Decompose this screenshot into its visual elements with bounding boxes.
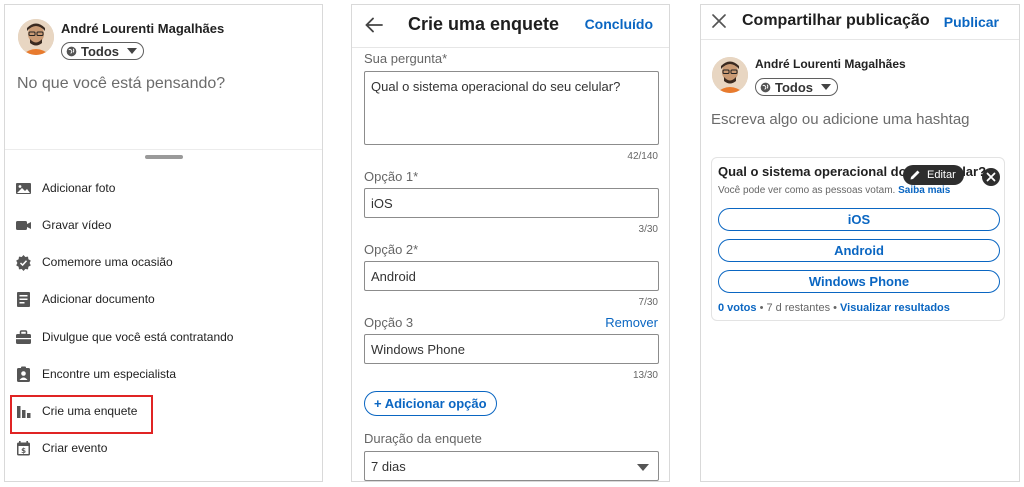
chevron-down-icon — [637, 464, 649, 471]
audience-label: Todos — [775, 79, 814, 95]
learn-more-link[interactable]: Saiba mais — [898, 185, 950, 196]
remove-option-button[interactable]: Remover — [605, 315, 658, 330]
drag-handle[interactable] — [145, 155, 183, 159]
avatar[interactable] — [712, 57, 748, 93]
menu-label: Criar evento — [42, 441, 108, 455]
edit-label: Editar — [927, 169, 956, 181]
duration-value: 7 dias — [371, 458, 406, 474]
create-poll-panel: Crie uma enquete Concluído Sua pergunta*… — [351, 4, 670, 482]
briefcase-icon — [16, 329, 31, 344]
post-text-input[interactable]: Escreva algo ou adicione uma hashtag — [711, 111, 970, 128]
option1-label: Opção 1* — [364, 169, 419, 184]
option2-label: Opção 2* — [364, 242, 419, 257]
option2-input[interactable]: Android — [364, 261, 659, 291]
menu-label: Adicionar foto — [42, 181, 116, 195]
video-icon — [16, 220, 31, 230]
remove-poll-button[interactable] — [982, 168, 1000, 186]
chevron-down-icon — [821, 84, 832, 90]
menu-item-record-video[interactable]: Gravar vídeo — [15, 213, 111, 237]
question-label: Sua pergunta* — [364, 51, 448, 66]
poll-option-button[interactable]: Android — [718, 239, 1000, 262]
option3-label: Opção 3 — [364, 315, 414, 330]
menu-label: Comemore uma ocasião — [42, 255, 173, 269]
time-remaining: • 7 d restantes • — [756, 302, 841, 314]
option3-counter: 13/30 — [632, 370, 658, 381]
back-arrow-icon[interactable] — [364, 15, 384, 35]
menu-label: Encontre um especialista — [42, 367, 177, 381]
question-counter: 42/140 — [627, 151, 658, 162]
chevron-down-icon — [127, 48, 138, 54]
badge-icon — [16, 254, 31, 271]
audience-selector[interactable]: Todos — [61, 42, 145, 60]
menu-label: Adicionar documento — [42, 292, 155, 306]
duration-label: Duração da enquete — [364, 431, 482, 446]
share-sheet-panel: André Lourenti Magalhães Todos No que vo… — [4, 4, 323, 482]
question-input[interactable]: Qual o sistema operacional do seu celula… — [364, 71, 659, 145]
done-button[interactable]: Concluído — [585, 16, 653, 32]
image-icon — [16, 182, 31, 194]
avatar[interactable] — [18, 19, 54, 55]
audience-label: Todos — [81, 43, 120, 59]
option1-counter: 3/30 — [638, 224, 658, 235]
poll-footer: 0 votos • 7 d restantes • Visualizar res… — [718, 302, 950, 314]
document-icon — [17, 291, 30, 307]
audience-selector[interactable]: Todos — [755, 78, 839, 96]
edit-poll-button[interactable]: Editar — [903, 165, 964, 185]
person-badge-icon — [17, 366, 30, 382]
poll-option-button[interactable]: Windows Phone — [718, 270, 1000, 293]
duration-select[interactable]: 7 dias — [364, 451, 659, 481]
calendar-icon: $ — [17, 440, 30, 455]
post-text-input[interactable]: No que você está pensando? — [17, 75, 225, 93]
menu-item-add-photo[interactable]: Adicionar foto — [15, 176, 115, 200]
user-name: André Lourenti Magalhães — [755, 57, 906, 71]
page-title: Crie uma enquete — [408, 14, 560, 34]
option2-counter: 7/30 — [638, 297, 658, 308]
menu-item-add-document[interactable]: Adicionar documento — [15, 287, 155, 311]
menu-label: Gravar vídeo — [42, 218, 112, 232]
poll-subtitle: Você pode ver como as pessoas votam. Sai… — [718, 185, 950, 196]
user-name: André Lourenti Magalhães — [61, 21, 225, 36]
globe-icon — [66, 46, 77, 56]
menu-label: Divulgue que você está contratando — [42, 330, 234, 344]
publish-button[interactable]: Publicar — [944, 14, 999, 30]
menu-item-celebrate[interactable]: Comemore uma ocasião — [15, 250, 173, 274]
menu-item-hiring[interactable]: Divulgue que você está contratando — [15, 325, 233, 349]
view-results-link[interactable]: Visualizar resultados — [840, 302, 950, 314]
page-title: Compartilhar publicação — [742, 12, 930, 29]
pencil-icon — [910, 170, 920, 180]
votes-count: 0 votos — [718, 302, 757, 314]
poll-option-button[interactable]: iOS — [718, 208, 1000, 231]
close-icon — [986, 172, 996, 182]
close-icon[interactable] — [711, 13, 727, 29]
highlight-annotation — [10, 395, 153, 434]
globe-icon — [760, 82, 771, 92]
menu-item-find-expert[interactable]: Encontre um especialista — [15, 362, 176, 386]
poll-subtitle-text: Você pode ver como as pessoas votam. — [718, 185, 896, 196]
option1-input[interactable]: iOS — [364, 188, 659, 218]
svg-text:$: $ — [21, 447, 26, 455]
divider — [5, 149, 322, 150]
add-option-button[interactable]: + Adicionar opção — [364, 391, 497, 416]
option3-input[interactable]: Windows Phone — [364, 334, 659, 364]
divider — [701, 39, 1019, 40]
share-post-panel: Compartilhar publicação Publicar André L… — [700, 4, 1020, 482]
menu-item-create-event[interactable]: $ Criar evento — [15, 436, 107, 460]
top-bar: Crie uma enquete Concluído — [352, 5, 669, 48]
